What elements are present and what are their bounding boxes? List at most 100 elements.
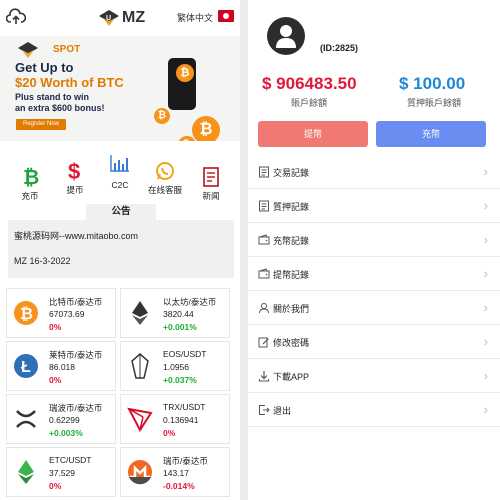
document-icon <box>259 200 269 212</box>
edit-icon <box>258 337 269 348</box>
document-icon <box>259 166 269 178</box>
market-change: 0% <box>49 322 62 332</box>
menu-label: 交易記錄 <box>273 168 310 178</box>
logo-mark-icon: U <box>99 10 119 26</box>
btc-coin-illustration: ₿ <box>176 64 194 82</box>
banner-line-3: Plus stand to win an extra $600 bonus! <box>15 92 105 114</box>
menu-item-about[interactable]: 關於我們 › <box>248 291 500 325</box>
banner-line-3a: Plus stand to win <box>15 92 90 102</box>
banner-line-1: Get Up to <box>15 60 74 75</box>
cloud-upload-icon[interactable] <box>6 8 26 26</box>
market-card[interactable]: TRX/USDT 0.136941 0% <box>120 394 230 444</box>
nav-support[interactable]: 在线客服 <box>145 158 185 196</box>
nav-label: 充币 <box>21 191 39 201</box>
ripple-coin-icon <box>16 410 36 428</box>
svg-text:U: U <box>106 15 111 22</box>
menu-label: 退出 <box>273 406 292 416</box>
market-card[interactable]: ETC/USDT 37.529 0% <box>6 447 116 497</box>
svg-text:Ł: Ł <box>21 359 31 376</box>
account-balance-label: 賬戶餘額 <box>291 98 328 108</box>
market-pair: 以太坊/泰达币 <box>163 297 217 307</box>
menu-label: 關於我們 <box>273 304 310 314</box>
whatsapp-icon <box>156 162 174 180</box>
news-icon <box>203 167 219 187</box>
nav-withdraw[interactable]: $ 提币 <box>55 158 95 196</box>
menu-item-trade-records[interactable]: 交易記錄 › <box>248 155 500 189</box>
nav-label: 新闻 <box>202 191 220 201</box>
market-pair: ETC/USDT <box>49 455 92 465</box>
market-change: +0.003% <box>49 428 83 438</box>
notice-line-1: 蜜桃源码网--www.mitaobo.com <box>14 231 139 241</box>
menu-item-download-app[interactable]: 下載APP › <box>248 359 500 393</box>
market-pair: 瑞波币/泰达币 <box>49 403 103 413</box>
chevron-right-icon: › <box>483 198 488 213</box>
notice-box[interactable]: 蜜桃源码网--www.mitaobo.com MZ 16-3-2022 <box>8 220 234 278</box>
nav-c2c[interactable]: C2C <box>100 150 140 190</box>
market-price: 0.136941 <box>163 415 199 425</box>
market-grid: ₿ 比特币/泰达币 67073.69 0% 以太坊/泰达币 3820.44 +0… <box>6 288 234 500</box>
bitcoin-coin-icon: ₿ <box>14 301 38 325</box>
menu-label: 充幣記錄 <box>273 236 310 246</box>
menu-label: 質押記錄 <box>273 202 310 212</box>
nav-label: 在线客服 <box>147 185 182 195</box>
promo-banner[interactable]: SPOT Get Up to $20 Worth of BTC Plus sta… <box>0 36 240 141</box>
market-pair: 莱特币/泰达币 <box>49 350 103 360</box>
svg-text:₿: ₿ <box>23 167 39 188</box>
ethereum-classic-coin-icon <box>18 460 34 484</box>
menu-item-pledge-records[interactable]: 質押記錄 › <box>248 189 500 223</box>
nav-label: 提币 <box>66 185 84 195</box>
menu-item-logout[interactable]: 退出 › <box>248 393 500 427</box>
brand-logo[interactable]: U MZ <box>98 8 145 28</box>
market-card[interactable]: 瑞币/泰达币 143.17 -0.014% <box>120 447 230 497</box>
chevron-right-icon: › <box>483 232 488 247</box>
deposit-button[interactable]: 充幣 <box>376 121 486 147</box>
wallet-icon <box>258 268 270 279</box>
market-card[interactable]: 瑞波币/泰达币 0.62299 +0.003% <box>6 394 116 444</box>
market-card[interactable]: ₿ 比特币/泰达币 67073.69 0% <box>6 288 116 338</box>
banner-line-3b: an extra $600 bonus! <box>15 103 105 113</box>
menu-item-deposit-records[interactable]: 充幣記錄 › <box>248 223 500 257</box>
chevron-right-icon: › <box>483 334 488 349</box>
download-icon <box>259 371 269 382</box>
banner-line-2: $20 Worth of BTC <box>15 75 124 90</box>
chevron-right-icon: › <box>483 402 488 417</box>
market-pair: EOS/USDT <box>163 349 207 359</box>
market-change: +0.037% <box>163 375 197 385</box>
withdraw-button[interactable]: 提幣 <box>258 121 368 147</box>
btc-coin-illustration: ₿ <box>154 108 170 124</box>
btc-coin-illustration: ₿ <box>192 116 220 141</box>
nav-deposit[interactable]: ₿ 充币 <box>10 164 50 202</box>
nav-label: C2C <box>111 180 129 190</box>
market-change: 0% <box>49 375 62 385</box>
hong-kong-flag-icon[interactable] <box>218 10 234 22</box>
home-panel: U MZ 繁体中文 SPOT Get Up to $20 Worth of BT… <box>0 0 240 500</box>
market-card[interactable]: 以太坊/泰达币 3820.44 +0.001% <box>120 288 230 338</box>
menu-item-change-password[interactable]: 修改密碼 › <box>248 325 500 359</box>
market-card[interactable]: Ł 莱特币/泰达币 86.018 0% <box>6 341 116 391</box>
market-change: +0.001% <box>163 322 197 332</box>
menu-item-withdraw-records[interactable]: 提幣記錄 › <box>248 257 500 291</box>
dollar-icon: $ <box>68 159 80 184</box>
logout-icon <box>259 405 270 415</box>
market-price: 86.018 <box>49 362 75 372</box>
nav-news[interactable]: 新闻 <box>191 164 231 202</box>
pledge-balance-label: 質押賬戶餘額 <box>407 98 462 108</box>
menu-label: 提幣記錄 <box>273 270 310 280</box>
menu-label: 下載APP <box>273 372 310 382</box>
chart-icon <box>110 155 129 172</box>
market-pair: 瑞币/泰达币 <box>163 456 208 466</box>
chevron-right-icon: › <box>483 300 488 315</box>
account-balance: $ 906483.50 <box>262 74 357 93</box>
market-change: 0% <box>49 481 62 491</box>
avatar[interactable] <box>267 17 305 55</box>
menu-label: 修改密碼 <box>273 338 310 348</box>
banner-spot: SPOT <box>53 44 81 55</box>
user-icon <box>259 303 269 314</box>
language-switch[interactable]: 繁体中文 <box>177 11 213 24</box>
chevron-right-icon: › <box>483 266 488 281</box>
market-card[interactable]: EOS/USDT 1.0956 +0.037% <box>120 341 230 391</box>
register-button[interactable]: Register Now <box>16 119 66 130</box>
notice-line-2: MZ 16-3-2022 <box>14 256 71 266</box>
market-pair: TRX/USDT <box>163 402 206 412</box>
tron-coin-icon <box>127 407 153 432</box>
